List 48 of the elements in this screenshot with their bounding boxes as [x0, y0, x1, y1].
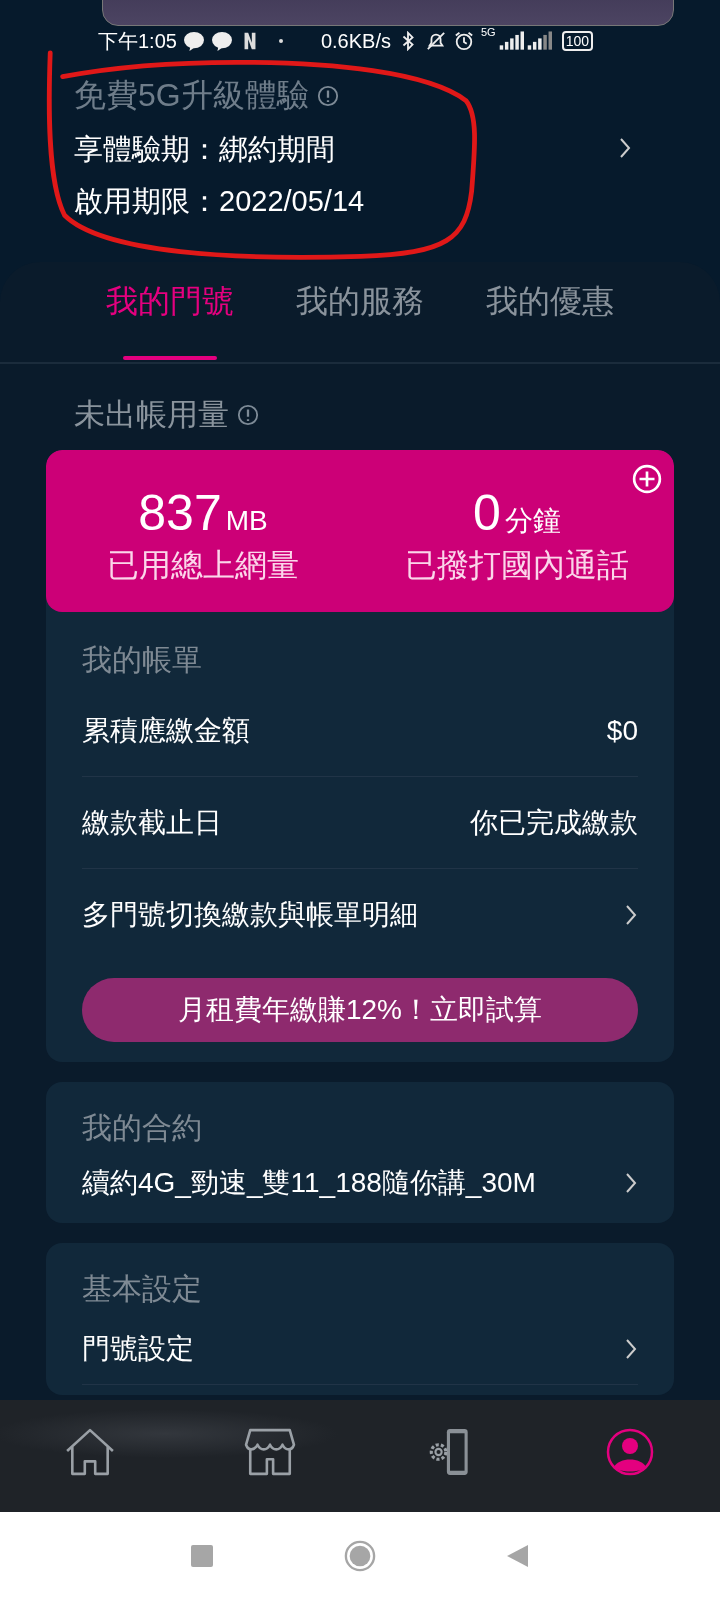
card-title: 我的帳單 [82, 642, 203, 678]
tab[interactable]: 我的門號 [106, 266, 234, 362]
home-icon[interactable] [64, 1427, 116, 1477]
row-value: 你已完成繳款 [470, 805, 638, 840]
tab[interactable]: 我的服務 [296, 266, 424, 362]
tab[interactable]: 我的優惠 [486, 266, 614, 362]
usage-value: 0 [473, 484, 501, 542]
row-value: $0 [606, 714, 638, 747]
row-label: 累積應繳金額 [82, 713, 250, 748]
chevron-right-icon [624, 1337, 638, 1361]
dot-icon [278, 39, 283, 43]
section-title: 未出帳用量 [74, 396, 229, 434]
add-icon[interactable] [632, 464, 662, 494]
card-title: 我的合約 [82, 1110, 203, 1146]
promo-title: 免費5G升級體驗 [74, 76, 309, 115]
info-icon[interactable] [316, 85, 339, 107]
usage-label: 已用總上網量 [107, 546, 299, 585]
usage-unit: MB [225, 505, 268, 537]
row-label: 多門號切換繳款與帳單明細 [82, 897, 418, 932]
status-time: 下午1:05 [98, 28, 177, 54]
chat-app-icon [210, 31, 233, 51]
promo-detail: 啟用期限：2022/05/14 [74, 184, 365, 219]
usage-label: 已撥打國內通話 [405, 546, 629, 585]
list-item[interactable]: 多門號切換繳款與帳單明細 [82, 869, 638, 960]
info-icon[interactable] [237, 404, 259, 426]
row-label: 繳款截止日 [82, 805, 222, 840]
list-item[interactable]: 門號設定 [82, 1314, 638, 1385]
mute-icon [425, 31, 447, 51]
alarm-icon [453, 31, 475, 51]
chevron-right-icon [624, 1171, 638, 1195]
calculate-button[interactable]: 月租費年繳賺12%！立即試算 [82, 978, 638, 1042]
row-label: 門號設定 [82, 1332, 194, 1366]
chevron-right-icon [618, 136, 632, 160]
chat-app-icon [182, 31, 205, 51]
network-type: 5G [481, 26, 496, 38]
card-title: 基本設定 [82, 1271, 203, 1307]
signal-icon [525, 31, 552, 51]
signal-icon [497, 31, 524, 51]
list-item[interactable]: 續約4G_勁速_雙11_188隨你講_30M [82, 1153, 638, 1213]
battery-level: 100 [561, 31, 594, 51]
profile-icon[interactable] [604, 1427, 656, 1477]
network-speed: 0.6KB/s [320, 29, 391, 53]
row-label: 續約4G_勁速_雙11_188隨你講_30M [82, 1166, 536, 1200]
promo-detail: 享體驗期：綁約期間 [74, 132, 336, 167]
usage-unit: 分鐘 [504, 504, 561, 538]
store-icon[interactable] [244, 1427, 296, 1477]
usage-value: 837 [138, 484, 222, 542]
promo-row[interactable]: 免費5G升級體驗 享體驗期：綁約期間 啟用期限：2022/05/14 [0, 56, 720, 262]
